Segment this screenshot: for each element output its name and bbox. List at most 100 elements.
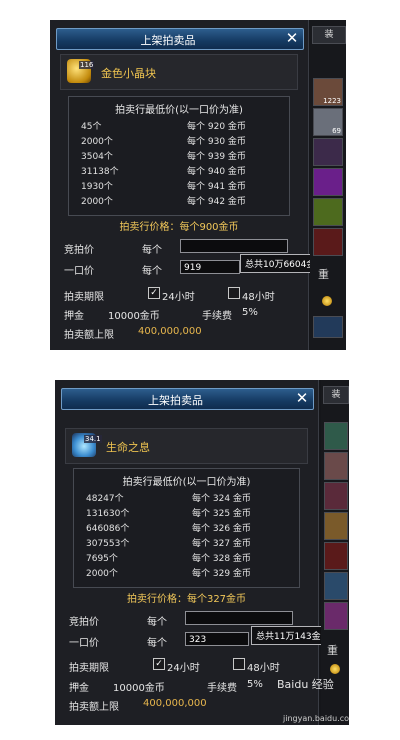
dialog-titlebar[interactable]: 上架拍卖品 ✕ [56,28,304,50]
dialog-title: 上架拍卖品 [148,394,203,407]
row-unit-price: 每个 930 金币 [187,137,246,147]
row-qty: 131630个 [86,509,130,519]
row-qty: 2000个 [81,137,113,147]
table-row: 646086个 每个 326 金币 [74,521,299,534]
baidu-watermark-url: jingyan.baidu.com [283,714,349,723]
price-table-header: 拍卖行最低价(以一口价为准) [115,105,243,116]
row-qty: 7695个 [86,554,118,564]
row-qty: 48247个 [86,494,124,504]
bid-price-input[interactable] [185,611,293,625]
limit-value: 400,000,000 [143,698,207,709]
refresh-button[interactable] [313,316,343,338]
tab-equipment[interactable]: 装 [323,386,349,404]
deposit-label: 押金 [69,683,89,694]
buyout-price-input[interactable]: 323 [185,632,249,646]
table-row: 45个 每个 920 金币 [69,119,289,132]
row-unit-price: 每个 939 金币 [187,152,246,162]
item-slot: 116 金色小晶块 [60,54,298,90]
row-unit-price: 每个 920 金币 [187,122,246,132]
guide-price: 拍卖行价格：每个327金币 [126,594,247,605]
baidu-watermark: Baidu 经验 [277,678,334,691]
slot-count: 1223 [323,97,341,105]
table-row: 31138个 每个 940 金币 [69,164,289,177]
lowest-price-table: 拍卖行最低价(以一口价为准) 48247个 每个 324 金币 131630个 … [73,468,300,588]
bid-price-input[interactable] [180,239,288,253]
duration-24h-label: 24小时 [162,292,195,303]
fee-label: 手续费 [207,683,237,694]
bid-price-row: 竞拍价 每个 [69,611,314,628]
duration-label: 拍卖期限 [69,663,109,674]
inventory-slot[interactable] [324,542,348,570]
duration-24h-checkbox[interactable]: ✓ [153,658,165,670]
row-unit-price: 每个 325 金币 [192,509,251,519]
inventory-slot[interactable] [313,228,343,256]
guide-price: 拍卖行价格：每个900金币 [119,222,239,233]
dialog-titlebar[interactable]: 上架拍卖品 ✕ [61,388,314,410]
bid-price-row: 竞拍价 每个 [64,239,304,256]
row-unit-price: 每个 940 金币 [187,167,246,177]
row-unit-price: 每个 326 金币 [192,524,251,534]
sidebar-text: 重 [318,268,329,281]
bid-price-label: 竞拍价 [64,245,94,256]
duration-24h-label: 24小时 [167,663,200,674]
inventory-slot[interactable]: 69 [313,108,343,136]
sidebar-text: 重 [327,644,338,657]
inventory-slot[interactable] [324,512,348,540]
deposit-row: 押金 10000金币 手续费 5% [64,305,304,322]
coin-icon [330,664,340,674]
close-icon[interactable]: ✕ [284,30,300,46]
table-row: 7695个 每个 328 金币 [74,551,299,564]
inventory-sidebar: 装 1223 69 重 [310,20,346,350]
row-unit-price: 每个 942 金币 [187,197,246,207]
inventory-slot[interactable] [324,422,348,450]
inventory-slot[interactable] [313,168,343,196]
duration-48h-checkbox[interactable] [228,287,240,299]
each-label: 每个 [142,245,162,256]
table-row: 3504个 每个 939 金币 [69,149,289,162]
limit-row: 拍卖额上限 400,000,000 [69,696,314,713]
row-qty: 3504个 [81,152,113,162]
duration-row: 拍卖期限 ✓ 24小时 48小时 [69,657,314,674]
close-icon[interactable]: ✕ [294,390,310,406]
row-qty: 45个 [81,122,102,132]
tab-equipment[interactable]: 装 [312,26,346,44]
inventory-slot[interactable] [324,452,348,480]
limit-label: 拍卖额上限 [69,702,119,713]
inventory-slot[interactable] [324,572,348,600]
each-label: 每个 [147,638,167,649]
table-row: 131630个 每个 325 金币 [74,506,299,519]
item-count-badge: 34.1 [84,435,102,443]
each-label: 每个 [142,266,162,277]
slot-count: 69 [332,127,341,135]
auction-screenshot-2: 上架拍卖品 ✕ 34.1 生命之息 拍卖行最低价(以一口价为准) 48247个 … [55,380,349,725]
breath-of-life-icon: 34.1 [72,433,102,457]
inventory-slot[interactable] [324,602,348,630]
inventory-slot[interactable]: 1223 [313,78,343,106]
buyout-price-label: 一口价 [69,638,99,649]
list-item-dialog: 上架拍卖品 ✕ 34.1 生命之息 拍卖行最低价(以一口价为准) 48247个 … [55,380,335,725]
duration-24h-checkbox[interactable]: ✓ [148,287,160,299]
buyout-price-input[interactable]: 919 [180,260,240,274]
table-row: 2000个 每个 942 金币 [69,194,289,207]
fee-value: 5% [242,307,258,318]
table-row: 48247个 每个 324 金币 [74,491,299,504]
table-row: 307553个 每个 327 金币 [74,536,299,549]
fee-value: 5% [247,679,263,690]
dialog-title: 上架拍卖品 [140,34,196,47]
coin-icon [322,296,332,306]
inventory-slot[interactable] [313,138,343,166]
item-name: 金色小晶块 [101,67,156,80]
duration-48h-label: 48小时 [242,292,275,303]
duration-48h-checkbox[interactable] [233,658,245,670]
deposit-label: 押金 [64,311,84,322]
limit-row: 拍卖额上限 400,000,000 [64,324,304,341]
gold-crystal-icon: 116 [67,59,95,83]
buyout-price-label: 一口价 [64,266,94,277]
inventory-slot[interactable] [313,198,343,226]
item-name: 生命之息 [106,441,150,454]
row-qty: 307553个 [86,539,130,549]
inventory-slot[interactable] [324,482,348,510]
auction-screenshot-1: 上架拍卖品 ✕ 116 金色小晶块 拍卖行最低价(以一口价为准) 45个 每个 … [50,20,346,350]
inventory-sidebar: 装 重 [321,380,349,725]
table-row: 1930个 每个 941 金币 [69,179,289,192]
